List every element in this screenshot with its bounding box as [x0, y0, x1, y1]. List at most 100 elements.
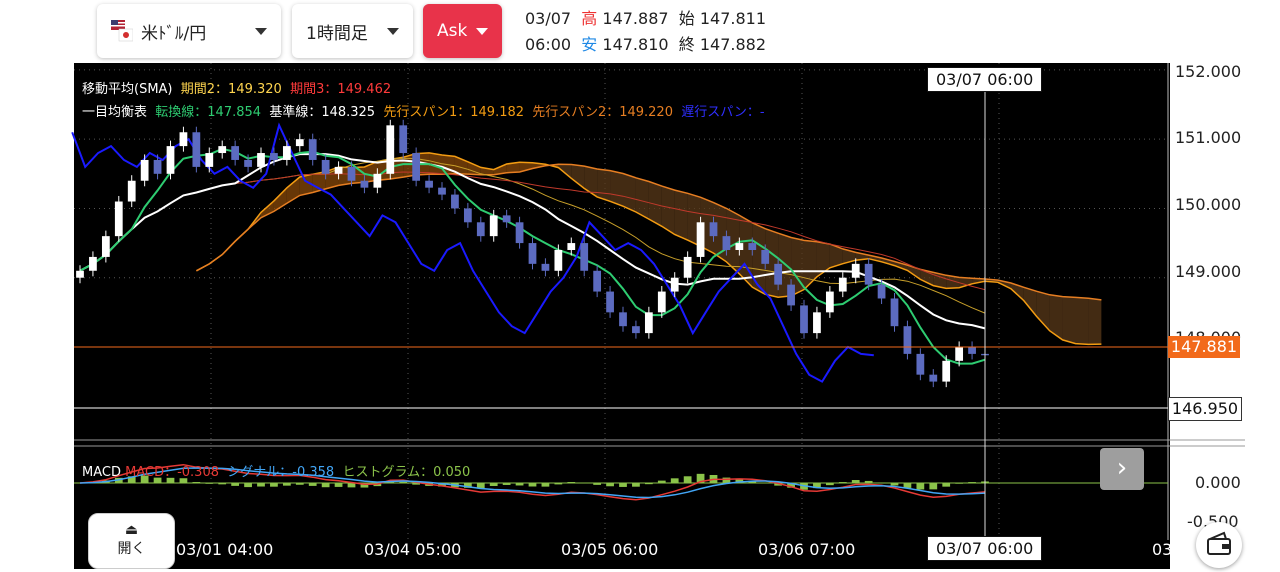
candle-body — [735, 243, 744, 250]
macd-histogram-bar — [489, 483, 498, 487]
chevron-right-icon: › — [1116, 453, 1128, 483]
candle-body — [192, 132, 201, 167]
candle-body — [632, 326, 640, 334]
candle-body — [347, 166, 356, 181]
candle-body — [722, 236, 731, 250]
candle-body — [644, 312, 653, 334]
senkou1-value: 先行スパン1：149.182 — [383, 105, 525, 120]
candle-body — [489, 215, 498, 237]
candle-body — [515, 222, 524, 244]
candle-body — [438, 187, 446, 195]
macd-histogram-bar — [632, 483, 640, 487]
macd-histogram-bar — [942, 483, 951, 487]
candle-body — [787, 284, 795, 306]
macd-histogram-bar — [877, 482, 886, 484]
kumo-segment — [1036, 291, 1050, 331]
candle-body — [955, 346, 964, 361]
candle-body — [127, 180, 136, 202]
macd-histogram-bar — [321, 483, 330, 488]
kumo-segment — [1088, 298, 1102, 345]
sma-period3: 期間3：149.462 — [290, 82, 392, 97]
macd-histogram-bar — [864, 480, 873, 484]
macd-histogram-bar — [929, 483, 938, 490]
macd-histogram-bar — [838, 482, 847, 484]
candle-body — [360, 180, 369, 188]
candle-body — [308, 139, 317, 160]
macd-histogram-bar — [851, 480, 860, 484]
candle-body — [295, 139, 304, 147]
eject-icon: ⏏ — [124, 522, 139, 538]
y-tick: 152.000 — [1175, 62, 1242, 81]
macd-histogram-bar — [670, 478, 679, 484]
candle-body — [76, 270, 84, 278]
candle-body — [166, 146, 175, 174]
x-tick: 03/04 05:00 — [364, 540, 462, 559]
macd-histogram-bar — [580, 482, 589, 484]
candle-body — [748, 243, 757, 250]
macd-histogram-bar — [295, 483, 304, 485]
candle-body — [593, 270, 602, 292]
candle-body — [399, 125, 408, 154]
candle-body — [386, 125, 395, 174]
candle-body — [903, 326, 912, 354]
candle-body — [606, 291, 614, 313]
macd-value: MACD：-0.308 — [125, 465, 219, 480]
candle-body — [709, 222, 718, 237]
macd-histogram-bar — [554, 483, 563, 485]
candle-body — [942, 360, 951, 382]
candle-body — [800, 305, 808, 334]
histogram-value: ヒストグラム：0.050 — [342, 465, 471, 480]
candle-body — [218, 146, 227, 154]
macd-histogram-bar — [244, 483, 252, 488]
kumo-segment — [597, 169, 611, 202]
candle-body — [619, 312, 627, 327]
current-price-badge: 147.881 — [1168, 336, 1240, 358]
open-panel-button[interactable]: ⏏ 開く — [88, 513, 175, 569]
macd-histogram-bar — [657, 480, 666, 484]
candle-body — [657, 291, 666, 313]
candle-body — [502, 215, 511, 223]
crosshair-time-bottom: 03/07 06:00 — [927, 536, 1043, 561]
macd-histogram-bar — [399, 481, 408, 484]
macd-histogram-bar — [205, 483, 214, 484]
kumo-segment — [623, 173, 636, 213]
candle-body — [463, 208, 472, 223]
macd-tick: 0.000 — [1195, 473, 1241, 492]
kumo-segment — [1075, 297, 1089, 345]
macd-histogram-bar — [825, 483, 834, 486]
candle-body — [825, 291, 834, 313]
macd-histogram-bar — [541, 483, 550, 487]
candle-body — [179, 132, 188, 147]
candle-body — [205, 153, 214, 167]
candle-body — [282, 146, 291, 160]
macd-histogram-bar — [619, 483, 627, 487]
macd-histogram-bar — [683, 476, 692, 484]
y-tick: 150.000 — [1175, 195, 1242, 214]
macd-histogram-bar — [593, 483, 602, 485]
y-tick: 151.000 — [1175, 128, 1242, 147]
senkou2-value: 先行スパン2：149.220 — [532, 105, 673, 120]
next-button[interactable]: › — [1100, 448, 1144, 490]
y-tick: 149.000 — [1175, 262, 1242, 281]
kijun-value: 基準線：148.325 — [269, 105, 376, 120]
macd-histogram-bar — [567, 482, 576, 484]
macd-histogram-bar — [334, 483, 343, 487]
candle-body — [114, 201, 123, 237]
macd-histogram-bar — [347, 483, 356, 488]
open-panel-label: 開く — [117, 541, 146, 557]
crosshair-level-badge: 146.950 — [1168, 397, 1242, 421]
candle-body — [761, 250, 770, 264]
candle-body — [813, 312, 821, 334]
macd-histogram-bar — [916, 483, 925, 490]
x-tick: 03 — [1152, 540, 1173, 559]
candle-body — [231, 146, 240, 160]
candle-body — [580, 243, 589, 271]
kumo-segment — [1062, 296, 1076, 344]
candle-body — [140, 159, 149, 181]
candle-body — [451, 194, 459, 209]
candle-body — [916, 353, 925, 375]
wallet-button[interactable] — [1196, 522, 1242, 568]
macd-histogram-bar — [761, 482, 770, 484]
candle-body — [968, 346, 976, 354]
candle-body — [554, 250, 563, 271]
